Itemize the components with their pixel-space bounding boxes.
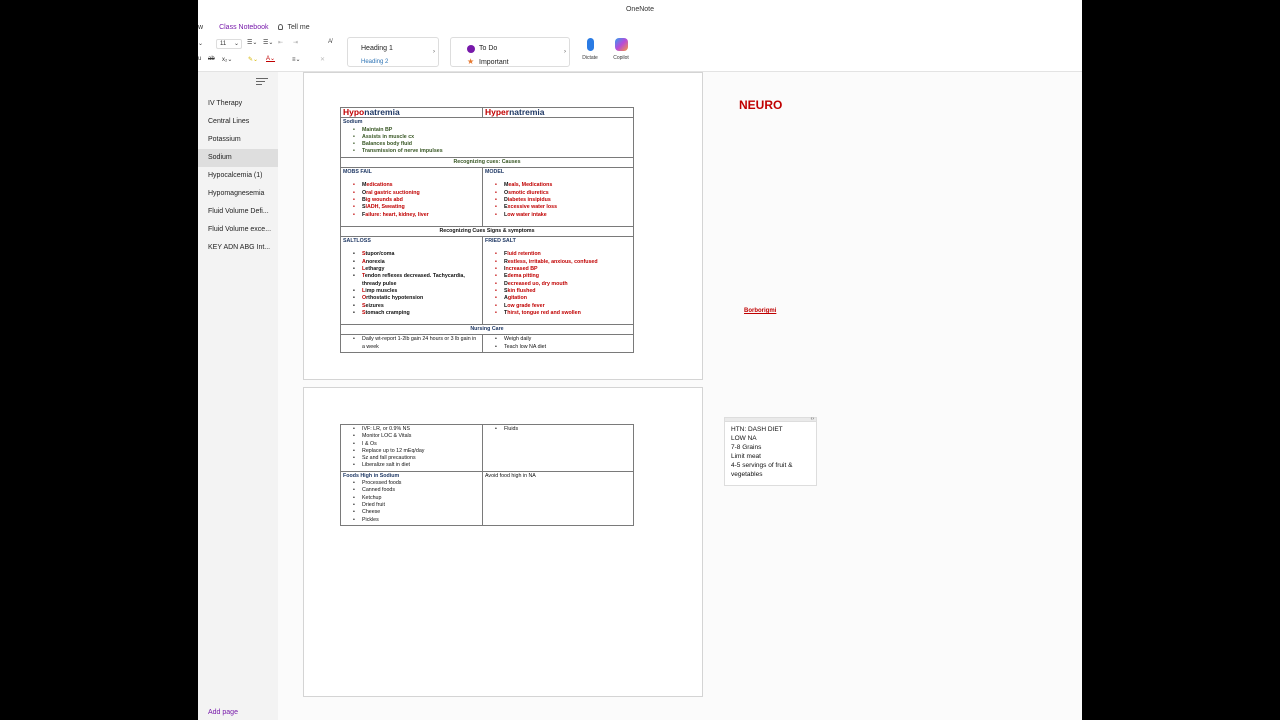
- treatment-list: IVF: LR, or 0.9% NS Monitor LOC & Vitals…: [343, 426, 480, 470]
- sodium-cell: Sodium Maintain BP Assists in muscle cx …: [340, 117, 634, 158]
- borborigmi-text[interactable]: Borborigmi: [744, 308, 776, 314]
- title-bar: OneNote: [198, 0, 1082, 20]
- strikethrough-icon[interactable]: ab: [208, 56, 215, 62]
- tag-to-do[interactable]: To Do: [479, 45, 497, 52]
- dictate-label: Dictate: [582, 55, 598, 61]
- treatment-cell: IVF: LR, or 0.9% NS Monitor LOC & Vitals…: [340, 424, 483, 472]
- neuro-heading[interactable]: NEURO: [739, 98, 782, 112]
- copilot-button[interactable]: Copilot: [610, 38, 632, 61]
- model-cell: MODEL Meals, Medications Osmotic diureti…: [482, 167, 634, 227]
- model-list: Meals, Medications Osmotic diuretics Dia…: [485, 182, 631, 219]
- style-heading-2[interactable]: Heading 2: [361, 59, 388, 65]
- lightbulb-icon: [278, 24, 284, 30]
- ribbon-tabs: w Class Notebook Tell me: [198, 20, 310, 34]
- page-list: IV Therapy Central Lines Potassium Sodiu…: [198, 95, 278, 257]
- foods-cell: Foods High in Sodium Processed foods Can…: [340, 470, 483, 526]
- tell-me-label: Tell me: [287, 23, 310, 31]
- hyper-header: Hypernatremia: [482, 106, 634, 119]
- note-line[interactable]: HTN: DASH DIET: [725, 425, 816, 434]
- expand-icon[interactable]: ‹›: [811, 416, 814, 422]
- star-icon: ★: [467, 57, 475, 66]
- tag-important[interactable]: Important: [479, 59, 509, 66]
- mobs-fail-list: Medications Oral gastric suctioning Big …: [343, 182, 480, 219]
- tab-partial[interactable]: w: [198, 24, 203, 31]
- note-line[interactable]: 4-5 servings of fruit &: [725, 461, 816, 470]
- container-grip[interactable]: ‹›: [725, 416, 816, 422]
- todo-checkbox-icon: [467, 45, 475, 53]
- note-line[interactable]: vegetables: [725, 470, 816, 479]
- indent-icon[interactable]: ⇥: [293, 39, 298, 46]
- sort-pages-icon[interactable]: [256, 78, 268, 88]
- mobs-fail-cell: MOBS FAIL Medications Oral gastric sucti…: [340, 167, 483, 227]
- tab-class-notebook[interactable]: Class Notebook: [219, 24, 268, 31]
- onenote-window: OneNote w Class Notebook Tell me ⌄ 11 ⌄ …: [198, 0, 1082, 720]
- note-line[interactable]: LOW NA: [725, 434, 816, 443]
- note-line[interactable]: 7-8 Grains: [725, 443, 816, 452]
- fried-salt-list: Fluid retention Restless, irritable, anx…: [485, 251, 631, 317]
- font-size-select[interactable]: 11 ⌄: [216, 39, 242, 49]
- page-item-potassium[interactable]: Potassium: [198, 131, 278, 149]
- highlight-icon[interactable]: ✎⌄: [248, 56, 258, 63]
- sodium-list: Maintain BP Assists in muscle cx Balance…: [343, 127, 631, 156]
- style-heading-1[interactable]: Heading 1: [361, 45, 393, 52]
- page-item-hypomagnesemia[interactable]: Hypomagnesemia: [198, 185, 278, 203]
- bullets-icon[interactable]: ☰⌄: [247, 39, 257, 46]
- avoid-cell: Avoid food high in NA: [482, 470, 634, 526]
- microphone-icon: [586, 38, 594, 51]
- add-page-button[interactable]: Add page: [208, 709, 238, 716]
- dictate-button[interactable]: Dictate: [580, 38, 600, 61]
- underline-icon[interactable]: u: [198, 56, 201, 62]
- saltloss-list: Stupor/coma Anorexia Lethargy Tendon ref…: [343, 251, 480, 317]
- saltloss-cell: SALTLOSS Stupor/coma Anorexia Lethargy T…: [340, 236, 483, 326]
- copilot-icon: [614, 38, 628, 51]
- note-line[interactable]: Limit meat: [725, 452, 816, 461]
- pasted-page-2: IVF: LR, or 0.9% NS Monitor LOC & Vitals…: [303, 387, 703, 697]
- sodium-care-table: IVF: LR, or 0.9% NS Monitor LOC & Vitals…: [340, 424, 634, 526]
- delete-icon[interactable]: ✕: [320, 56, 325, 63]
- numbering-icon[interactable]: ☰⌄: [263, 39, 273, 46]
- align-icon[interactable]: ≡⌄: [292, 56, 301, 63]
- causes-header: Recognizing cues: Causes: [340, 156, 634, 169]
- font-color-icon[interactable]: A⌄: [266, 55, 275, 62]
- nursing-left-cell: Daily wt-report 1-2lb gain 24 hours or 3…: [340, 334, 483, 354]
- signs-header: Recognizing Cues Signs & symptoms: [340, 225, 634, 238]
- foods-list: Processed foods Canned foods Ketchup Dri…: [343, 480, 480, 524]
- chevron-right-icon[interactable]: ›: [564, 49, 566, 55]
- page-item-fluid-volume-excess[interactable]: Fluid Volume exce...: [198, 221, 278, 239]
- note-canvas[interactable]: Hyponatremia Hypernatremia Sodium Mainta…: [278, 72, 1082, 720]
- tags-gallery[interactable]: To Do ★ Important ›: [450, 37, 570, 67]
- nursing-header: Nursing Care: [340, 324, 634, 336]
- hypo-header: Hyponatremia: [340, 106, 483, 119]
- page-item-fluid-volume-deficit[interactable]: Fluid Volume Defi...: [198, 203, 278, 221]
- sodium-table: Hyponatremia Hypernatremia Sodium Mainta…: [340, 106, 634, 354]
- font-dropdown-arrow[interactable]: ⌄: [198, 40, 203, 47]
- fried-salt-cell: FRIED SALT Fluid retention Restless, irr…: [482, 236, 634, 326]
- chevron-right-icon[interactable]: ›: [433, 49, 435, 55]
- pasted-page-1: Hyponatremia Hypernatremia Sodium Mainta…: [303, 72, 703, 380]
- page-list-pane: IV Therapy Central Lines Potassium Sodiu…: [198, 72, 278, 720]
- subscript-icon[interactable]: x₂⌄: [222, 56, 232, 63]
- outdent-icon[interactable]: ⇤: [278, 39, 283, 46]
- nursing-right-cell: Weigh daily Teach low NA diet: [482, 334, 634, 354]
- page-item-iv-therapy[interactable]: IV Therapy: [198, 95, 278, 113]
- fluids-cell: Fluids: [482, 424, 634, 472]
- page-item-hypocalcemia[interactable]: Hypocalcemia (1): [198, 167, 278, 185]
- styles-gallery[interactable]: Heading 1 Heading 2 ›: [347, 37, 439, 67]
- page-item-central-lines[interactable]: Central Lines: [198, 113, 278, 131]
- note-container[interactable]: ‹› HTN: DASH DIET LOW NA 7-8 Grains Limi…: [724, 416, 817, 486]
- copilot-label: Copilot: [613, 55, 629, 61]
- clear-format-icon[interactable]: A̸: [328, 39, 332, 45]
- page-item-sodium[interactable]: Sodium: [198, 149, 278, 167]
- ribbon: ⌄ 11 ⌄ ☰⌄ ☰⌄ ⇤ ⇥ A̸ u ab x₂⌄ ✎⌄ A⌄ ≡⌄ ✕ …: [198, 34, 1082, 72]
- page-item-key-adn-abg[interactable]: KEY ADN ABG Int...: [198, 239, 278, 257]
- tell-me-search[interactable]: Tell me: [278, 23, 310, 31]
- font-size-value: 11: [220, 41, 227, 47]
- app-title: OneNote: [625, 6, 655, 13]
